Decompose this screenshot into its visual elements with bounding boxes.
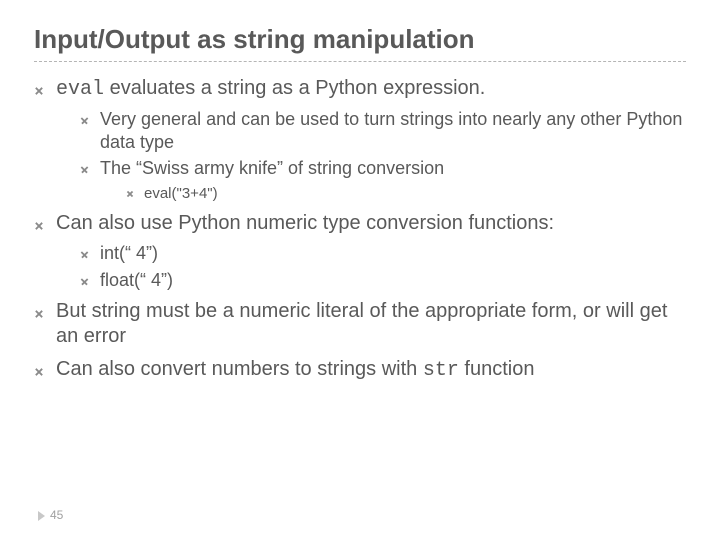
bullet-item: The “Swiss army knife” of string convers… [80, 157, 686, 203]
text: The “Swiss army knife” of string convers… [100, 158, 444, 178]
bullet-item: Very general and can be used to turn str… [80, 108, 686, 153]
bullet-item: int(“ 4”) [80, 242, 686, 265]
text: evaluates a string as a Python expressio… [104, 77, 485, 99]
page-number: 45 [50, 508, 63, 522]
bullet-item: But string must be a numeric literal of … [34, 299, 686, 349]
code-inline: str [423, 359, 459, 382]
text: Can also convert numbers to strings with [56, 358, 423, 380]
text: function [459, 358, 535, 380]
slide-title: Input/Output as string manipulation [34, 24, 686, 62]
text: Can also use Python numeric type convers… [56, 212, 554, 234]
code-inline: eval [56, 78, 104, 101]
bullet-list: eval evaluates a string as a Python expr… [34, 76, 686, 383]
bullet-item: eval("3+4") [126, 184, 686, 204]
bullet-item: eval evaluates a string as a Python expr… [34, 76, 686, 203]
bullet-item: Can also convert numbers to strings with… [34, 357, 686, 383]
page-marker-icon [38, 511, 45, 521]
bullet-item: float(“ 4”) [80, 269, 686, 292]
bullet-item: Can also use Python numeric type convers… [34, 211, 686, 291]
